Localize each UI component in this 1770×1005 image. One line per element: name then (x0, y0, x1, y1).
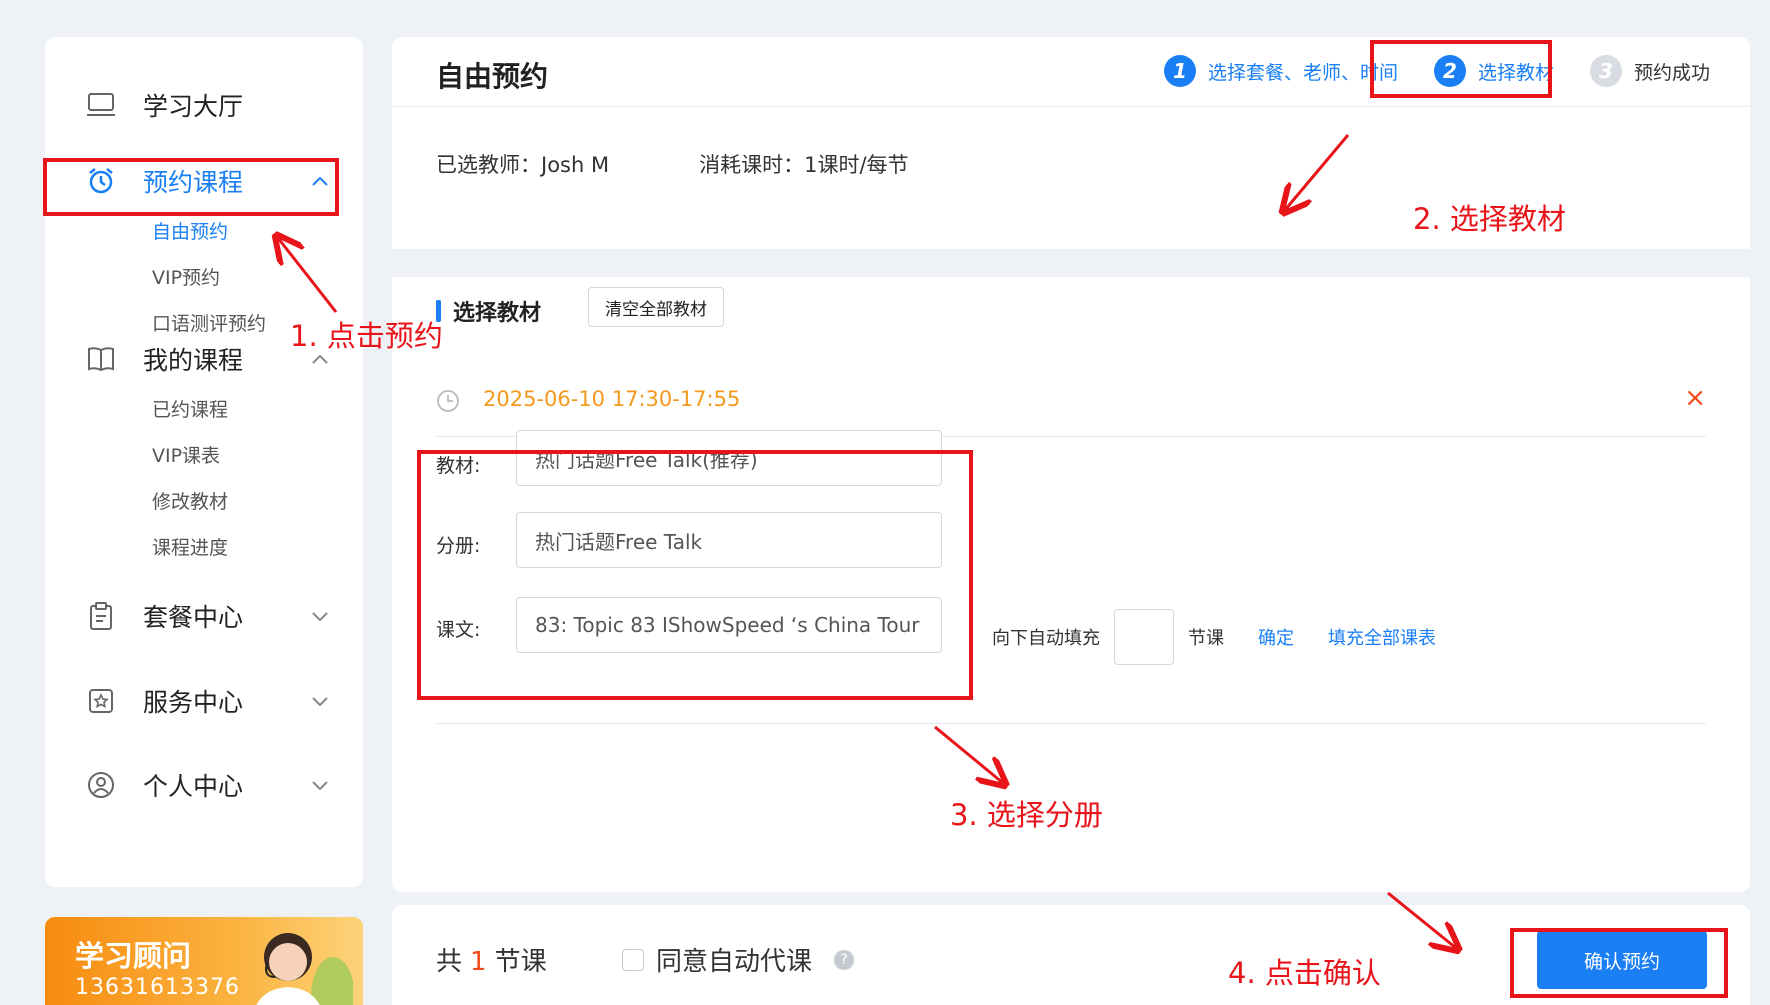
annotation-step3: 3. 选择分册 (950, 798, 1103, 832)
advisor-card[interactable]: 学习顾问 13631613376 (45, 917, 363, 1005)
section-divider (392, 249, 1750, 277)
nav-label: 服务中心 (143, 688, 244, 717)
user-circle-icon (85, 769, 117, 801)
nav-label: 个人中心 (143, 772, 244, 801)
nav-label: 我的课程 (143, 346, 244, 375)
agree-label: 同意自动代课 (656, 947, 813, 977)
nav-group-personal: 个人中心 (45, 759, 363, 811)
nav-group-my-courses: 我的课程 已约课程 VIP课表 修改教材 课程进度 (45, 333, 363, 569)
nav-packages[interactable]: 套餐中心 (45, 590, 363, 642)
chevron-down-icon[interactable] (309, 605, 331, 627)
help-icon[interactable]: ? (834, 949, 855, 970)
advisor-title: 学习顾问 (75, 939, 192, 973)
step-1: 1 选择套餐、老师、时间 (1163, 55, 1398, 87)
nav-label: 学习大厅 (143, 92, 244, 121)
step-number: 1 (1163, 55, 1196, 87)
sidebar-item-booked-courses[interactable]: 已约课程 (45, 385, 363, 431)
advisor-phone: 13631613376 (75, 975, 240, 1000)
nav-study-hall[interactable]: 学习大厅 (45, 79, 363, 131)
fill-all-schedule-link[interactable]: 填充全部课表 (1328, 624, 1436, 650)
row-divider (436, 723, 1706, 724)
sidebar-item-vip-schedule[interactable]: VIP课表 (45, 431, 363, 477)
slot-time: 2025-06-10 17:30-17:55 (483, 387, 741, 411)
nav-group-study-hall: 学习大厅 (45, 79, 363, 131)
total-suffix: 节课 (494, 947, 547, 977)
annotation-box-form (417, 450, 973, 700)
step-number: 3 (1589, 55, 1622, 87)
close-icon[interactable]: × (1684, 383, 1706, 413)
annotation-step2: 2. 选择教材 (1413, 202, 1566, 236)
annotation-box-confirm (1510, 928, 1728, 998)
selected-teacher: 已选教师：Josh M (436, 153, 610, 177)
autofill-confirm-link[interactable]: 确定 (1258, 624, 1294, 650)
auto-substitute-agree: 同意自动代课 ? (622, 941, 855, 978)
autofill-count-input[interactable] (1114, 609, 1174, 665)
annotation-box-step2 (1370, 40, 1552, 98)
clock-icon (437, 390, 459, 412)
time-slot-row: 2025-06-10 17:30-17:55 × (436, 377, 1706, 437)
sidebar-item-vip-booking[interactable]: VIP预约 (45, 253, 363, 299)
page-title: 自由预约 (436, 60, 549, 93)
step-label: 预约成功 (1633, 61, 1710, 84)
open-book-icon (85, 343, 117, 375)
section-title-text: 选择教材 (453, 301, 542, 326)
total-lessons: 共 1 节课 (436, 941, 547, 978)
clear-all-textbooks-button[interactable]: 清空全部教材 (588, 287, 724, 327)
chevron-down-icon[interactable] (309, 774, 331, 796)
annotation-step1: 1. 点击预约 (290, 319, 443, 353)
lesson-cost: 消耗课时：1课时/每节 (699, 153, 909, 177)
sidebar-item-course-progress[interactable]: 课程进度 (45, 523, 363, 569)
annotation-step4: 4. 点击确认 (1228, 956, 1381, 990)
autofill-prefix: 向下自动填充 (992, 628, 1100, 649)
autofill-row: 向下自动填充 节课 确定 填充全部课表 (992, 609, 1436, 665)
nav-group-service: 服务中心 (45, 675, 363, 727)
chevron-down-icon[interactable] (309, 690, 331, 712)
agree-checkbox[interactable] (622, 948, 644, 971)
total-prefix: 共 (436, 947, 463, 977)
sidebar-item-edit-textbook[interactable]: 修改教材 (45, 477, 363, 523)
advisor-avatar (256, 933, 353, 1005)
section-title: 选择教材 (436, 295, 541, 327)
nav-personal[interactable]: 个人中心 (45, 759, 363, 811)
nav-service[interactable]: 服务中心 (45, 675, 363, 727)
laptop-icon (85, 89, 117, 121)
star-badge-icon (85, 685, 117, 717)
booking-info: 已选教师：Josh M 消耗课时：1课时/每节 (436, 149, 999, 179)
clipboard-icon (85, 600, 117, 632)
total-count: 1 (470, 947, 487, 977)
nav-label: 套餐中心 (143, 603, 244, 632)
autofill-suffix: 节课 (1188, 628, 1224, 649)
annotation-box-booking (43, 158, 339, 216)
step-3: 3 预约成功 (1589, 55, 1710, 87)
nav-group-packages: 套餐中心 (45, 590, 363, 642)
